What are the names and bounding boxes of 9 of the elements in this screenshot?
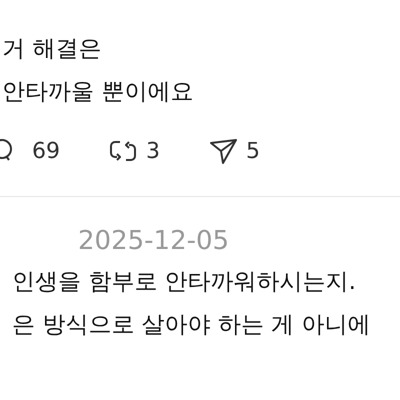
post-text: 은 방식으로 살아야 하는 게 아니에 [11, 311, 372, 340]
post-date: 2025-12-05 [77, 225, 230, 257]
comment-count: 69 [32, 138, 60, 164]
post-text: 안타까울 뿐이에요 [1, 78, 194, 107]
share-count: 5 [246, 138, 260, 164]
post-text: 인생을 함부로 안타까워하시는지. [11, 268, 357, 297]
send-icon[interactable] [208, 136, 238, 166]
post-text: 거 해결은 [1, 35, 102, 64]
repost-count: 3 [146, 138, 160, 164]
